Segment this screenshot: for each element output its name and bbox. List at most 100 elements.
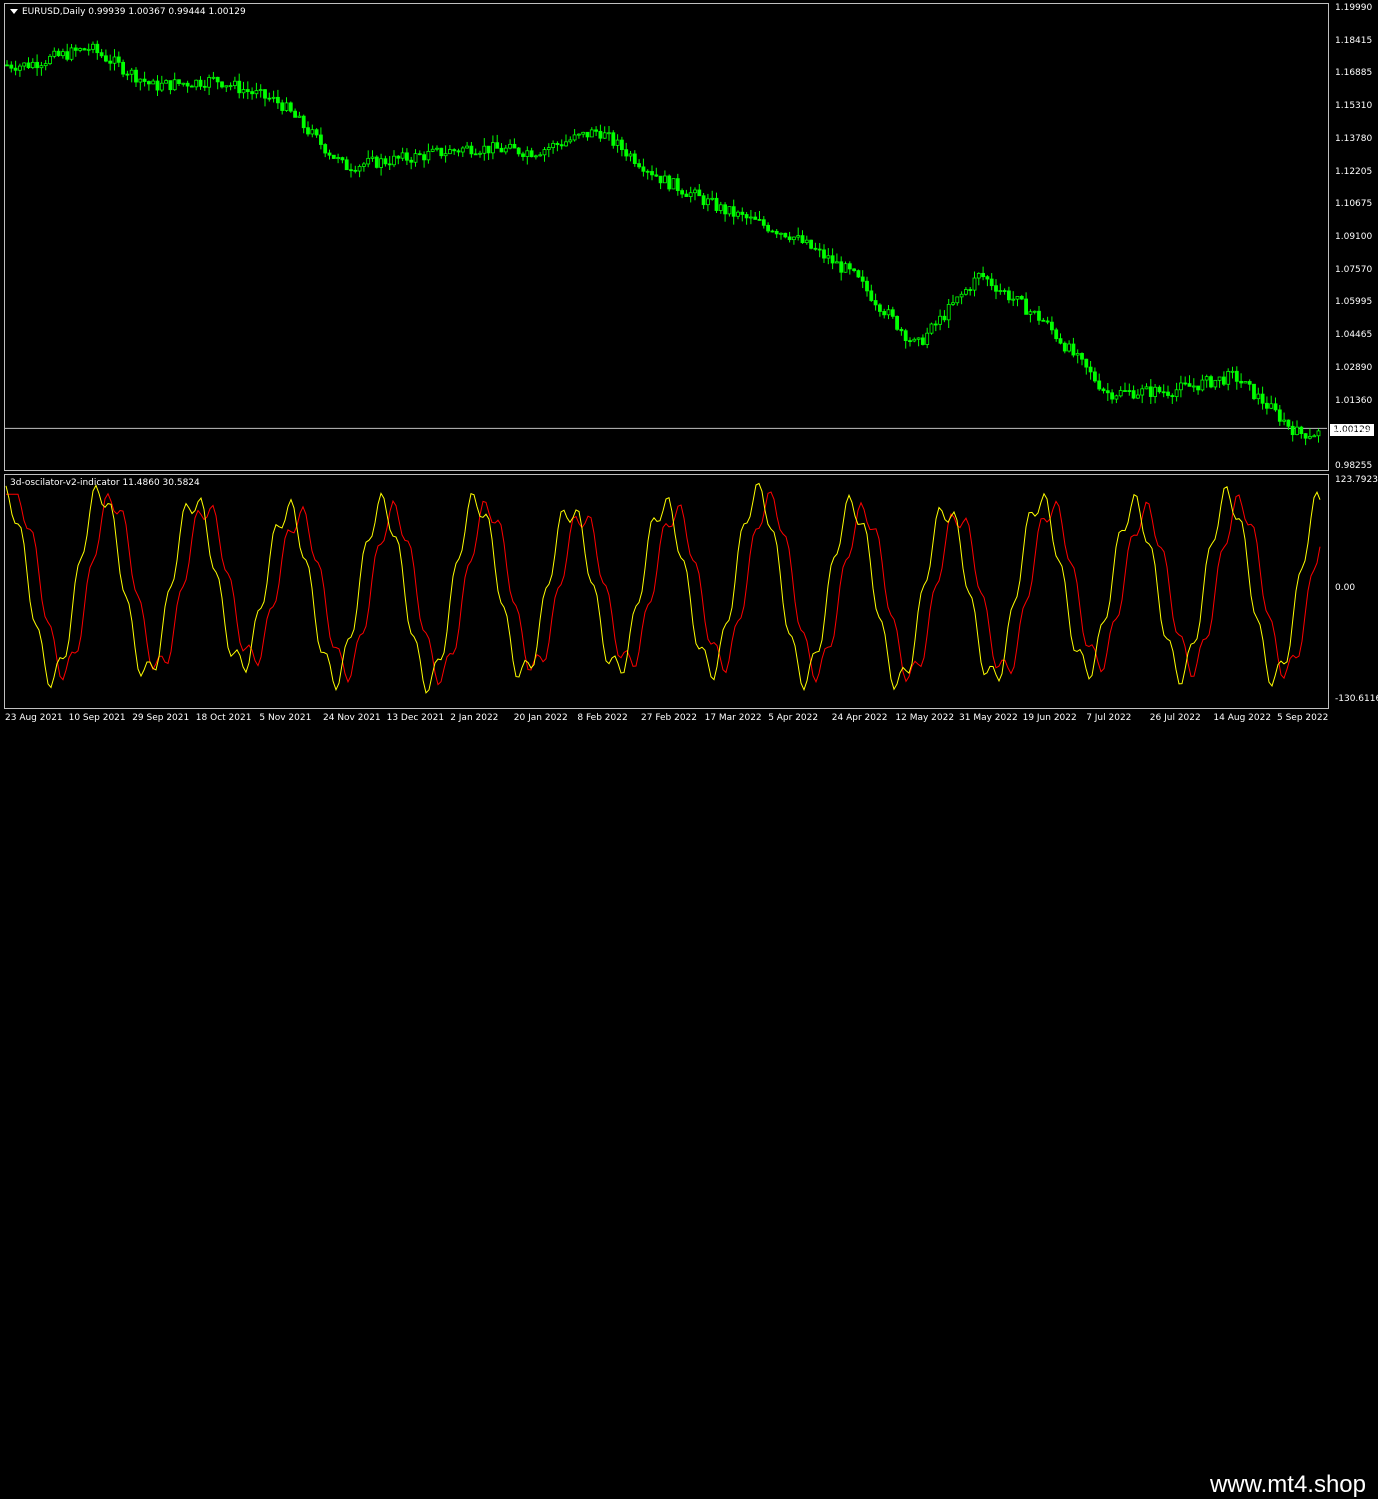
price-tick-label: 1.12205 — [1335, 166, 1373, 177]
price-candle — [396, 155, 401, 165]
price-candle — [232, 76, 237, 90]
price-candle — [323, 143, 328, 158]
price-candle — [637, 159, 641, 169]
price-candle — [1256, 387, 1261, 405]
price-tick-label: 1.19990 — [1335, 3, 1373, 13]
price-candle — [933, 320, 938, 332]
price-tick-label: 1.16885 — [1335, 68, 1373, 79]
price-candle — [224, 85, 229, 93]
price-candle — [1123, 382, 1127, 392]
price-candle — [529, 147, 534, 158]
price-tick-label: 0.98255 — [1335, 461, 1373, 471]
price-candle — [1209, 374, 1213, 389]
price-candle — [787, 231, 792, 243]
price-candle — [981, 266, 985, 281]
price-candle — [1196, 385, 1200, 395]
price-candle — [538, 152, 543, 157]
date-tick-label: 24 Nov 2021 — [323, 713, 381, 723]
oscillator-tick-label: 123.7923 — [1335, 475, 1378, 485]
price-candle — [134, 67, 138, 88]
price-candle — [73, 44, 78, 57]
price-candle — [1204, 374, 1209, 388]
price-candle — [104, 49, 108, 63]
price-candle — [985, 275, 990, 287]
price-candle — [1131, 385, 1136, 400]
price-candle — [534, 154, 538, 160]
price-candle — [417, 150, 422, 156]
price-candle — [271, 90, 276, 103]
price-candle — [1011, 291, 1016, 306]
price-candle — [1093, 367, 1097, 383]
price-candle — [392, 150, 396, 168]
price-candle — [779, 232, 783, 240]
price-candle — [663, 170, 667, 184]
price-candle — [387, 156, 392, 171]
price-candle — [1110, 389, 1114, 404]
price-candle — [813, 242, 818, 251]
price-candle — [263, 88, 267, 107]
price-candle — [1247, 379, 1252, 391]
price-candle — [916, 337, 921, 347]
watermark: www.mt4.shop — [1209, 1471, 1366, 1498]
price-candle — [740, 207, 745, 222]
price-candle — [125, 70, 130, 81]
price-candle — [921, 334, 925, 346]
price-candle — [1277, 404, 1282, 426]
price-candle — [215, 76, 220, 90]
price-candle — [1037, 306, 1041, 325]
price-candle — [1007, 286, 1011, 304]
price-candle — [1295, 420, 1299, 436]
price-candle — [749, 209, 753, 225]
price-candle — [146, 80, 151, 91]
price-candle — [1024, 292, 1028, 315]
price-candle — [972, 271, 977, 297]
date-tick-label: 19 Jun 2022 — [1022, 713, 1077, 723]
price-candle — [675, 173, 680, 196]
price-candle — [1252, 383, 1256, 401]
oscillator-fast-line — [5, 482, 1321, 694]
price-candle — [142, 71, 147, 87]
price-candle — [9, 61, 14, 73]
price-candle — [1015, 296, 1020, 307]
price-candle — [1234, 366, 1239, 390]
price-candle — [753, 212, 758, 220]
price-candle — [1217, 376, 1222, 388]
price-candle — [1144, 383, 1149, 390]
date-tick-label: 24 Apr 2022 — [831, 713, 888, 723]
price-tick-label: 1.13780 — [1335, 133, 1373, 144]
price-candle — [1062, 341, 1067, 354]
price-candle — [435, 145, 439, 152]
price-candle — [1183, 376, 1188, 386]
price-candle — [1226, 368, 1231, 391]
price-candle — [559, 139, 564, 150]
price-candle — [671, 178, 676, 190]
price-candle — [998, 283, 1003, 295]
date-tick-label: 5 Sep 2022 — [1277, 713, 1329, 723]
price-candle — [310, 124, 315, 138]
price-candle — [667, 174, 672, 192]
price-tick-label: 1.18415 — [1335, 35, 1373, 46]
date-tick-label: 20 Jan 2022 — [513, 713, 568, 723]
price-candle — [581, 131, 586, 138]
price-candle — [598, 124, 603, 142]
price-candle — [13, 60, 18, 76]
price-candle — [379, 153, 384, 176]
price-candle — [1222, 371, 1226, 386]
price-candle — [1191, 378, 1196, 392]
price-candle — [1316, 428, 1321, 443]
price-tick-label: 1.04465 — [1335, 330, 1373, 341]
price-candle — [357, 164, 362, 178]
price-candle — [452, 148, 457, 155]
price-candle — [499, 143, 504, 153]
price-candle — [968, 287, 973, 296]
chart-window[interactable]: EURUSD,Daily 0.99939 1.00367 0.99444 1.0… — [0, 0, 1378, 733]
price-candle — [1308, 428, 1312, 440]
price-candle — [1166, 385, 1170, 399]
price-candle — [546, 143, 551, 158]
price-candle — [202, 79, 207, 92]
date-tick-label: 14 Aug 2022 — [1213, 713, 1272, 723]
price-candle — [594, 126, 598, 136]
price-candle — [761, 215, 766, 229]
price-candle — [159, 75, 164, 92]
price-candle — [181, 82, 186, 87]
